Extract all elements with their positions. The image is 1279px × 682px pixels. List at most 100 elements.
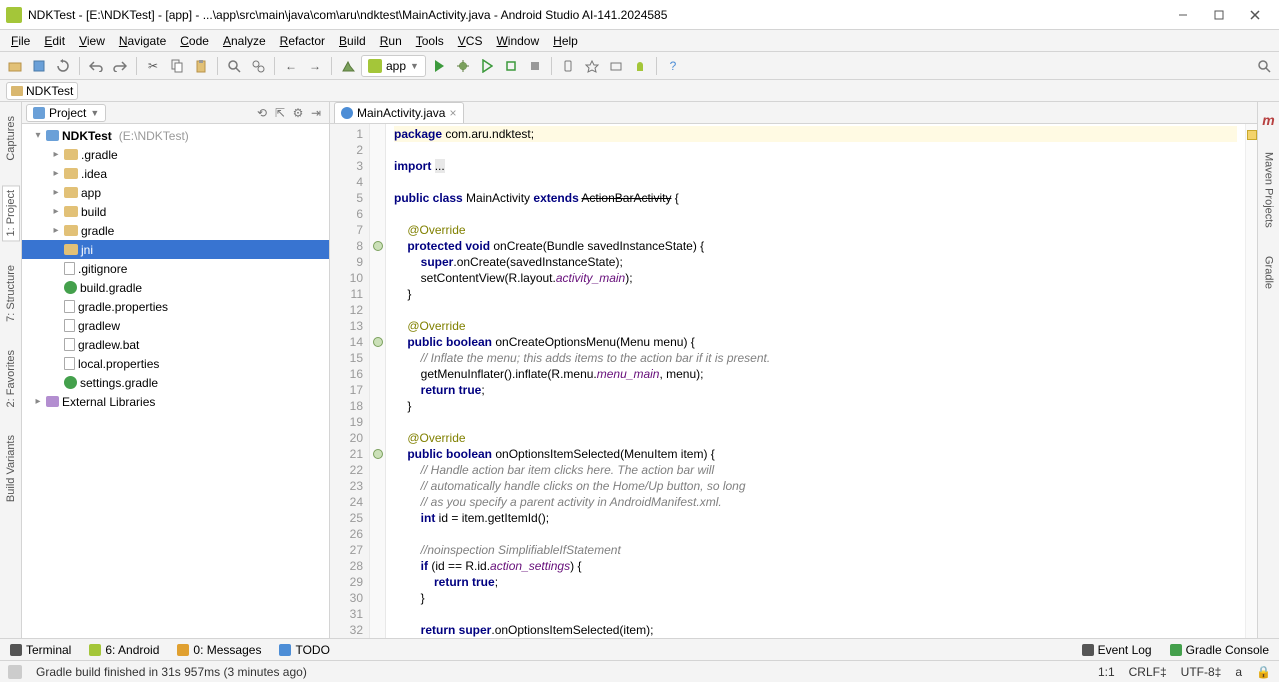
- project-tree[interactable]: ▾NDKTest(E:\NDKTest)▸.gradle▸.idea▸app▸b…: [22, 124, 329, 638]
- left-tab-captures[interactable]: Captures: [3, 112, 19, 165]
- menu-vcs[interactable]: VCS: [451, 32, 490, 50]
- sdk-manager-button[interactable]: [581, 55, 603, 77]
- menu-tools[interactable]: Tools: [409, 32, 451, 50]
- tree-node-gradle-properties[interactable]: gradle.properties: [22, 297, 329, 316]
- close-button[interactable]: [1237, 4, 1273, 26]
- paste-button[interactable]: [190, 55, 212, 77]
- replace-button[interactable]: [247, 55, 269, 77]
- tree-node-settings-gradle[interactable]: settings.gradle: [22, 373, 329, 392]
- editor-body[interactable]: 1234567891011121314151617181920212223242…: [330, 124, 1257, 638]
- breadcrumb-root[interactable]: NDKTest: [6, 82, 78, 100]
- sync-button[interactable]: [52, 55, 74, 77]
- undo-button[interactable]: [85, 55, 107, 77]
- make-project-button[interactable]: [337, 55, 359, 77]
- menu-window[interactable]: Window: [489, 32, 546, 50]
- menu-code[interactable]: Code: [173, 32, 216, 50]
- maximize-button[interactable]: [1201, 4, 1237, 26]
- left-tab-build-variants[interactable]: Build Variants: [3, 431, 19, 506]
- left-tab-1-project[interactable]: 1: Project: [2, 185, 20, 241]
- forward-button[interactable]: →: [304, 55, 326, 77]
- run-coverage-button[interactable]: [476, 55, 498, 77]
- android-button[interactable]: [629, 55, 651, 77]
- ide-icon[interactable]: [8, 665, 22, 679]
- expand-arrow-icon[interactable]: ▸: [51, 187, 61, 198]
- attach-debugger-button[interactable]: [500, 55, 522, 77]
- tool-window-event-log[interactable]: Event Log: [1078, 641, 1156, 659]
- debug-button[interactable]: [452, 55, 474, 77]
- context-indicator[interactable]: a: [1235, 665, 1242, 679]
- line-number-gutter[interactable]: 1234567891011121314151617181920212223242…: [330, 124, 370, 638]
- override-marker-icon[interactable]: [373, 337, 383, 347]
- avd-manager-button[interactable]: [557, 55, 579, 77]
- code-area[interactable]: package com.aru.ndktest;import ...public…: [386, 124, 1245, 638]
- menu-view[interactable]: View: [72, 32, 112, 50]
- tool-window-0-messages[interactable]: 0: Messages: [173, 641, 265, 659]
- stop-button[interactable]: [524, 55, 546, 77]
- tool-window-terminal[interactable]: Terminal: [6, 641, 75, 659]
- tree-node-app[interactable]: ▸app: [22, 183, 329, 202]
- right-tab-maven[interactable]: Maven Projects: [1261, 148, 1277, 232]
- tree-node-gradlew[interactable]: gradlew: [22, 316, 329, 335]
- search-everywhere-button[interactable]: [1253, 55, 1275, 77]
- ddms-button[interactable]: [605, 55, 627, 77]
- override-marker-icon[interactable]: [373, 241, 383, 251]
- warning-indicator[interactable]: [1247, 130, 1257, 140]
- error-stripe[interactable]: [1245, 124, 1257, 638]
- hide-button[interactable]: ⇥: [307, 104, 325, 122]
- lock-icon[interactable]: 🔒: [1256, 665, 1271, 679]
- tool-window-6-android[interactable]: 6: Android: [85, 641, 163, 659]
- menu-edit[interactable]: Edit: [37, 32, 72, 50]
- left-tab-2-favorites[interactable]: 2: Favorites: [3, 346, 19, 411]
- project-view-select[interactable]: Project ▼: [26, 104, 106, 122]
- tree-node-build-gradle[interactable]: build.gradle: [22, 278, 329, 297]
- run-config-select[interactable]: app ▼: [361, 55, 426, 77]
- menu-file[interactable]: File: [4, 32, 37, 50]
- back-button[interactable]: ←: [280, 55, 302, 77]
- menu-navigate[interactable]: Navigate: [112, 32, 173, 50]
- left-tab-7-structure[interactable]: 7: Structure: [3, 261, 19, 326]
- menu-refactor[interactable]: Refactor: [273, 32, 332, 50]
- right-tab-gradle[interactable]: Gradle: [1261, 252, 1277, 293]
- scroll-from-source-button[interactable]: ⟲: [253, 104, 271, 122]
- tree-node--gradle[interactable]: ▸.gradle: [22, 145, 329, 164]
- save-button[interactable]: [28, 55, 50, 77]
- minimize-button[interactable]: [1165, 4, 1201, 26]
- tree-node-external-libraries[interactable]: ▸External Libraries: [22, 392, 329, 411]
- caret-position[interactable]: 1:1: [1098, 665, 1115, 679]
- help-button[interactable]: ?: [662, 55, 684, 77]
- menu-analyze[interactable]: Analyze: [216, 32, 273, 50]
- menu-help[interactable]: Help: [546, 32, 585, 50]
- expand-arrow-icon[interactable]: ▸: [51, 206, 61, 217]
- file-encoding[interactable]: UTF-8‡: [1181, 665, 1222, 679]
- tree-node-jni[interactable]: jni: [22, 240, 329, 259]
- tree-node-build[interactable]: ▸build: [22, 202, 329, 221]
- expand-arrow-icon[interactable]: ▸: [33, 396, 43, 407]
- redo-button[interactable]: [109, 55, 131, 77]
- line-separator[interactable]: CRLF‡: [1129, 665, 1167, 679]
- tool-window-gradle-console[interactable]: Gradle Console: [1166, 641, 1273, 659]
- close-tab-button[interactable]: ×: [449, 106, 456, 120]
- copy-button[interactable]: [166, 55, 188, 77]
- menu-run[interactable]: Run: [373, 32, 409, 50]
- tree-node--gitignore[interactable]: .gitignore: [22, 259, 329, 278]
- settings-gear-icon[interactable]: ⚙: [289, 104, 307, 122]
- marker-gutter[interactable]: [370, 124, 386, 638]
- tree-node-ndktest[interactable]: ▾NDKTest(E:\NDKTest): [22, 126, 329, 145]
- tree-node-local-properties[interactable]: local.properties: [22, 354, 329, 373]
- tool-window-todo[interactable]: TODO: [275, 641, 333, 659]
- tree-node--idea[interactable]: ▸.idea: [22, 164, 329, 183]
- menu-build[interactable]: Build: [332, 32, 373, 50]
- open-button[interactable]: [4, 55, 26, 77]
- expand-arrow-icon[interactable]: ▸: [51, 149, 61, 160]
- tree-node-gradle[interactable]: ▸gradle: [22, 221, 329, 240]
- find-button[interactable]: [223, 55, 245, 77]
- run-button[interactable]: [428, 55, 450, 77]
- expand-arrow-icon[interactable]: ▸: [51, 225, 61, 236]
- editor-tab-mainactivity[interactable]: MainActivity.java ×: [334, 102, 464, 123]
- cut-button[interactable]: ✂: [142, 55, 164, 77]
- expand-arrow-icon[interactable]: ▸: [51, 168, 61, 179]
- collapse-all-button[interactable]: ⇱: [271, 104, 289, 122]
- tree-node-gradlew-bat[interactable]: gradlew.bat: [22, 335, 329, 354]
- override-marker-icon[interactable]: [373, 449, 383, 459]
- expand-arrow-icon[interactable]: ▾: [33, 130, 43, 141]
